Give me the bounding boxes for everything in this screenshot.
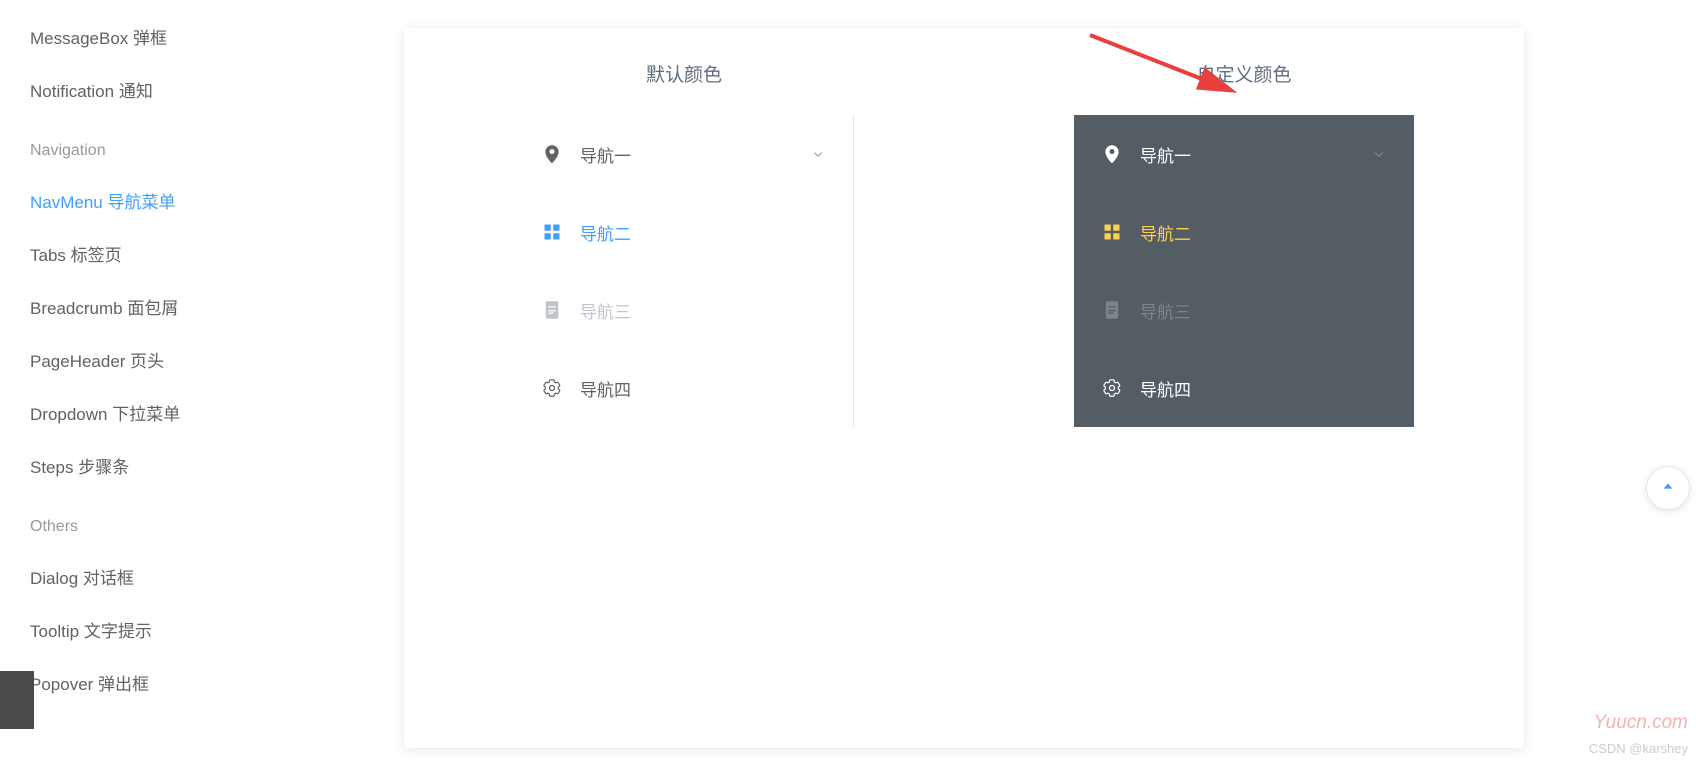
- menu-default-nav1[interactable]: 导航一: [514, 115, 853, 193]
- menu-default-nav2[interactable]: 导航二: [514, 193, 853, 271]
- menu-icon: [1102, 222, 1122, 242]
- sidebar-item-popover[interactable]: Popover 弹出框: [30, 656, 340, 709]
- menu-item-label: 导航四: [1140, 376, 1191, 401]
- location-icon: [542, 144, 562, 164]
- menu-default-nav4[interactable]: 导航四: [514, 349, 853, 427]
- back-to-top-button[interactable]: [1646, 466, 1690, 510]
- menu-item-label: 导航四: [580, 376, 631, 401]
- column-custom: 自定义颜色 导航一 导航二 导航三: [964, 28, 1524, 748]
- menu-item-label: 导航一: [1140, 142, 1191, 167]
- menu-item-label: 导航三: [580, 298, 631, 323]
- menu-custom-nav1[interactable]: 导航一: [1074, 115, 1414, 193]
- sidebar-group-others: Others: [30, 492, 340, 550]
- column-custom-title: 自定义颜色: [996, 60, 1492, 87]
- chevron-down-icon: [811, 147, 825, 161]
- watermark-csdn: CSDN @karshey: [1589, 741, 1688, 756]
- menu-item-label: 导航一: [580, 142, 631, 167]
- main-content: 默认颜色 导航一 导航二 导航三: [404, 28, 1524, 748]
- menu-custom-nav4[interactable]: 导航四: [1074, 349, 1414, 427]
- menu-custom-nav2[interactable]: 导航二: [1074, 193, 1414, 271]
- chevron-down-icon: [1372, 147, 1386, 161]
- column-default: 默认颜色 导航一 导航二 导航三: [404, 28, 964, 748]
- menu-item-label: 导航三: [1140, 298, 1191, 323]
- menu-custom: 导航一 导航二 导航三 导航四: [1074, 115, 1414, 427]
- sidebar: MessageBox 弹框 Notification 通知 Navigation…: [0, 0, 340, 774]
- watermark-site: Yuucn.com: [1594, 712, 1688, 734]
- location-icon: [1102, 144, 1122, 164]
- sidebar-item-steps[interactable]: Steps 步骤条: [30, 439, 340, 492]
- menu-item-label: 导航二: [580, 220, 631, 245]
- sidebar-item-navmenu[interactable]: NavMenu 导航菜单: [30, 174, 340, 227]
- sidebar-group-navigation: Navigation: [30, 116, 340, 174]
- setting-icon: [542, 378, 562, 398]
- caret-up-icon: [1661, 479, 1675, 498]
- sidebar-item-pageheader[interactable]: PageHeader 页头: [30, 333, 340, 386]
- sidebar-item-messagebox[interactable]: MessageBox 弹框: [30, 10, 340, 63]
- sidebar-item-notification[interactable]: Notification 通知: [30, 63, 340, 116]
- menu-default: 导航一 导航二 导航三 导航四: [514, 115, 854, 427]
- sidebar-item-dialog[interactable]: Dialog 对话框: [30, 550, 340, 603]
- sidebar-item-breadcrumb[interactable]: Breadcrumb 面包屑: [30, 280, 340, 333]
- document-icon: [542, 300, 562, 320]
- setting-icon: [1102, 378, 1122, 398]
- document-icon: [1102, 300, 1122, 320]
- menu-custom-nav3: 导航三: [1074, 271, 1414, 349]
- column-default-title: 默认颜色: [436, 60, 932, 87]
- menu-icon: [542, 222, 562, 242]
- bottom-square: [0, 671, 34, 729]
- sidebar-item-tabs[interactable]: Tabs 标签页: [30, 227, 340, 280]
- menu-default-nav3: 导航三: [514, 271, 853, 349]
- sidebar-item-tooltip[interactable]: Tooltip 文字提示: [30, 603, 340, 656]
- menu-item-label: 导航二: [1140, 220, 1191, 245]
- sidebar-item-dropdown[interactable]: Dropdown 下拉菜单: [30, 386, 340, 439]
